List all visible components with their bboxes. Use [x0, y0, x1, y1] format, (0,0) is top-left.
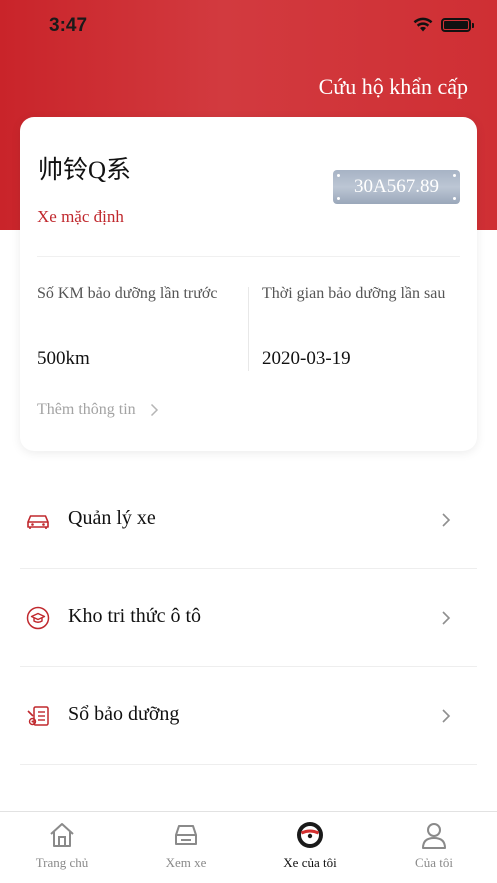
- tab-profile[interactable]: Của tôi: [372, 812, 496, 883]
- tab-label: Xe của tôi: [283, 855, 337, 870]
- license-plate-text: 30A567.89: [354, 176, 439, 197]
- default-vehicle-tag: Xe mặc định: [37, 207, 124, 226]
- menu-item-label: Quản lý xe: [68, 507, 156, 529]
- bottom-tab-bar: Trang chủ Xem xe Xe của tôi Của tôi: [0, 811, 497, 883]
- chevron-right-icon: [442, 513, 451, 527]
- chevron-right-icon: [442, 709, 451, 723]
- menu-list: Quản lý xe Kho tri thức ô tô Sổ bảo dưỡn…: [20, 471, 477, 765]
- more-info-link[interactable]: Thêm thông tin: [37, 401, 159, 419]
- car-front-icon: [175, 825, 197, 845]
- last-service-km-label: Số KM bảo dưỡng lần trước: [37, 285, 218, 302]
- tab-my-car[interactable]: Xe của tôi: [248, 812, 372, 883]
- menu-item-maintenance-book[interactable]: Sổ bảo dưỡng: [20, 667, 477, 765]
- wifi-icon: [413, 17, 433, 32]
- tab-label: Xem xe: [165, 855, 207, 870]
- graduation-cap-icon: [26, 606, 50, 630]
- menu-item-label: Sổ bảo dưỡng: [68, 703, 180, 725]
- next-service-time-value: 2020-03-19: [262, 348, 351, 369]
- vehicle-name: 帅铃Q系: [38, 157, 132, 184]
- chevron-right-icon: [442, 611, 451, 625]
- menu-item-vehicle-management[interactable]: Quản lý xe: [20, 471, 477, 569]
- maintenance-book-icon: [27, 706, 49, 726]
- tab-browse-cars[interactable]: Xem xe: [124, 812, 248, 883]
- person-icon: [422, 823, 446, 849]
- tab-home[interactable]: Trang chủ: [0, 812, 124, 883]
- vehicle-card[interactable]: 帅铃Q系 30A567.89 Xe mặc định Số KM bảo dưỡ…: [20, 117, 477, 451]
- home-icon: [50, 823, 74, 847]
- emergency-rescue-link[interactable]: Cứu hộ khẩn cấp: [319, 74, 468, 100]
- status-time: 3:47: [49, 15, 88, 36]
- status-bar: 3:47: [0, 0, 497, 54]
- menu-item-label: Kho tri thức ô tô: [68, 605, 202, 627]
- tab-label: Của tôi: [415, 855, 453, 870]
- menu-item-car-knowledge[interactable]: Kho tri thức ô tô: [20, 569, 477, 667]
- tab-label: Trang chủ: [35, 855, 89, 870]
- card-divider: [37, 256, 460, 257]
- steering-wheel-icon: [297, 822, 323, 848]
- battery-icon: [441, 17, 474, 32]
- last-service-km-value: 500km: [37, 348, 90, 369]
- license-plate: 30A567.89: [333, 170, 460, 204]
- stat-divider: [248, 287, 249, 371]
- more-info-label: Thêm thông tin: [37, 401, 136, 418]
- next-service-time-label: Thời gian bảo dưỡng lần sau: [262, 285, 446, 302]
- chevron-right-icon: [150, 403, 158, 417]
- car-icon: [27, 515, 49, 529]
- status-icons: [413, 17, 474, 32]
